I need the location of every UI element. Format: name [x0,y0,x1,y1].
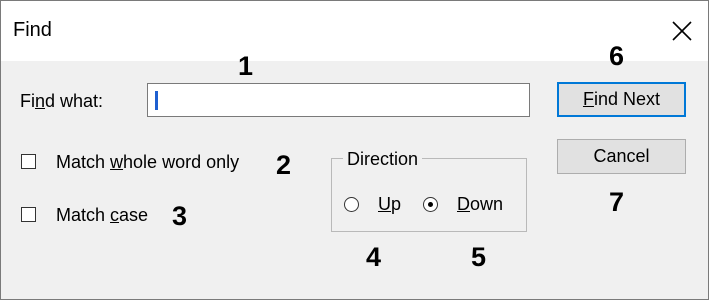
annotation-marker-5: 5 [471,242,487,272]
find-what-label: Find what: [20,90,103,112]
find-what-label-part: Fi [20,91,35,111]
find-next-accel: F [582,89,594,109]
annotation-marker-4: 4 [366,242,382,272]
up-suffix: p [391,194,402,214]
down-accel: D [457,194,470,214]
match-case-prefix: Match [56,205,111,225]
find-next-button[interactable]: Find Next [557,82,686,117]
annotation-marker-2: 2 [276,150,292,180]
match-whole-word-label[interactable]: Match whole word only [56,151,239,173]
find-what-input[interactable] [147,83,530,117]
cancel-label: Cancel [593,146,650,166]
find-dialog: Find Find what: Find Next Cancel Match w… [0,0,709,300]
match-whole-word-checkbox[interactable] [21,154,36,169]
find-next-label: ind Next [593,89,661,109]
up-accel: U [378,194,391,214]
match-case-checkbox[interactable] [21,207,36,222]
text-caret [155,91,158,110]
match-case-suffix: ase [119,205,149,225]
direction-down-label[interactable]: Down [457,193,503,215]
whole-word-prefix: Match [56,152,111,172]
annotation-marker-7: 7 [609,187,625,217]
annotation-marker-3: 3 [172,201,188,231]
match-case-accel: c [110,205,120,225]
radio-selected-dot [428,202,433,207]
dialog-title: Find [13,19,52,41]
close-button[interactable] [662,13,702,49]
whole-word-suffix: hole word only [123,152,240,172]
find-what-label-rest: d what: [45,91,104,111]
close-icon [672,21,692,41]
match-case-label[interactable]: Match case [56,204,148,226]
find-what-label-accel: n [35,91,46,111]
title-bar: Find [1,1,708,61]
annotation-marker-6: 6 [609,41,625,71]
direction-up-label[interactable]: Up [378,193,401,215]
direction-up-radio[interactable] [344,197,359,212]
direction-down-radio[interactable] [423,197,438,212]
annotation-marker-1: 1 [238,51,254,81]
direction-legend: Direction [343,148,423,170]
whole-word-accel: w [110,152,124,172]
down-suffix: own [470,194,504,214]
cancel-button[interactable]: Cancel [557,139,686,174]
